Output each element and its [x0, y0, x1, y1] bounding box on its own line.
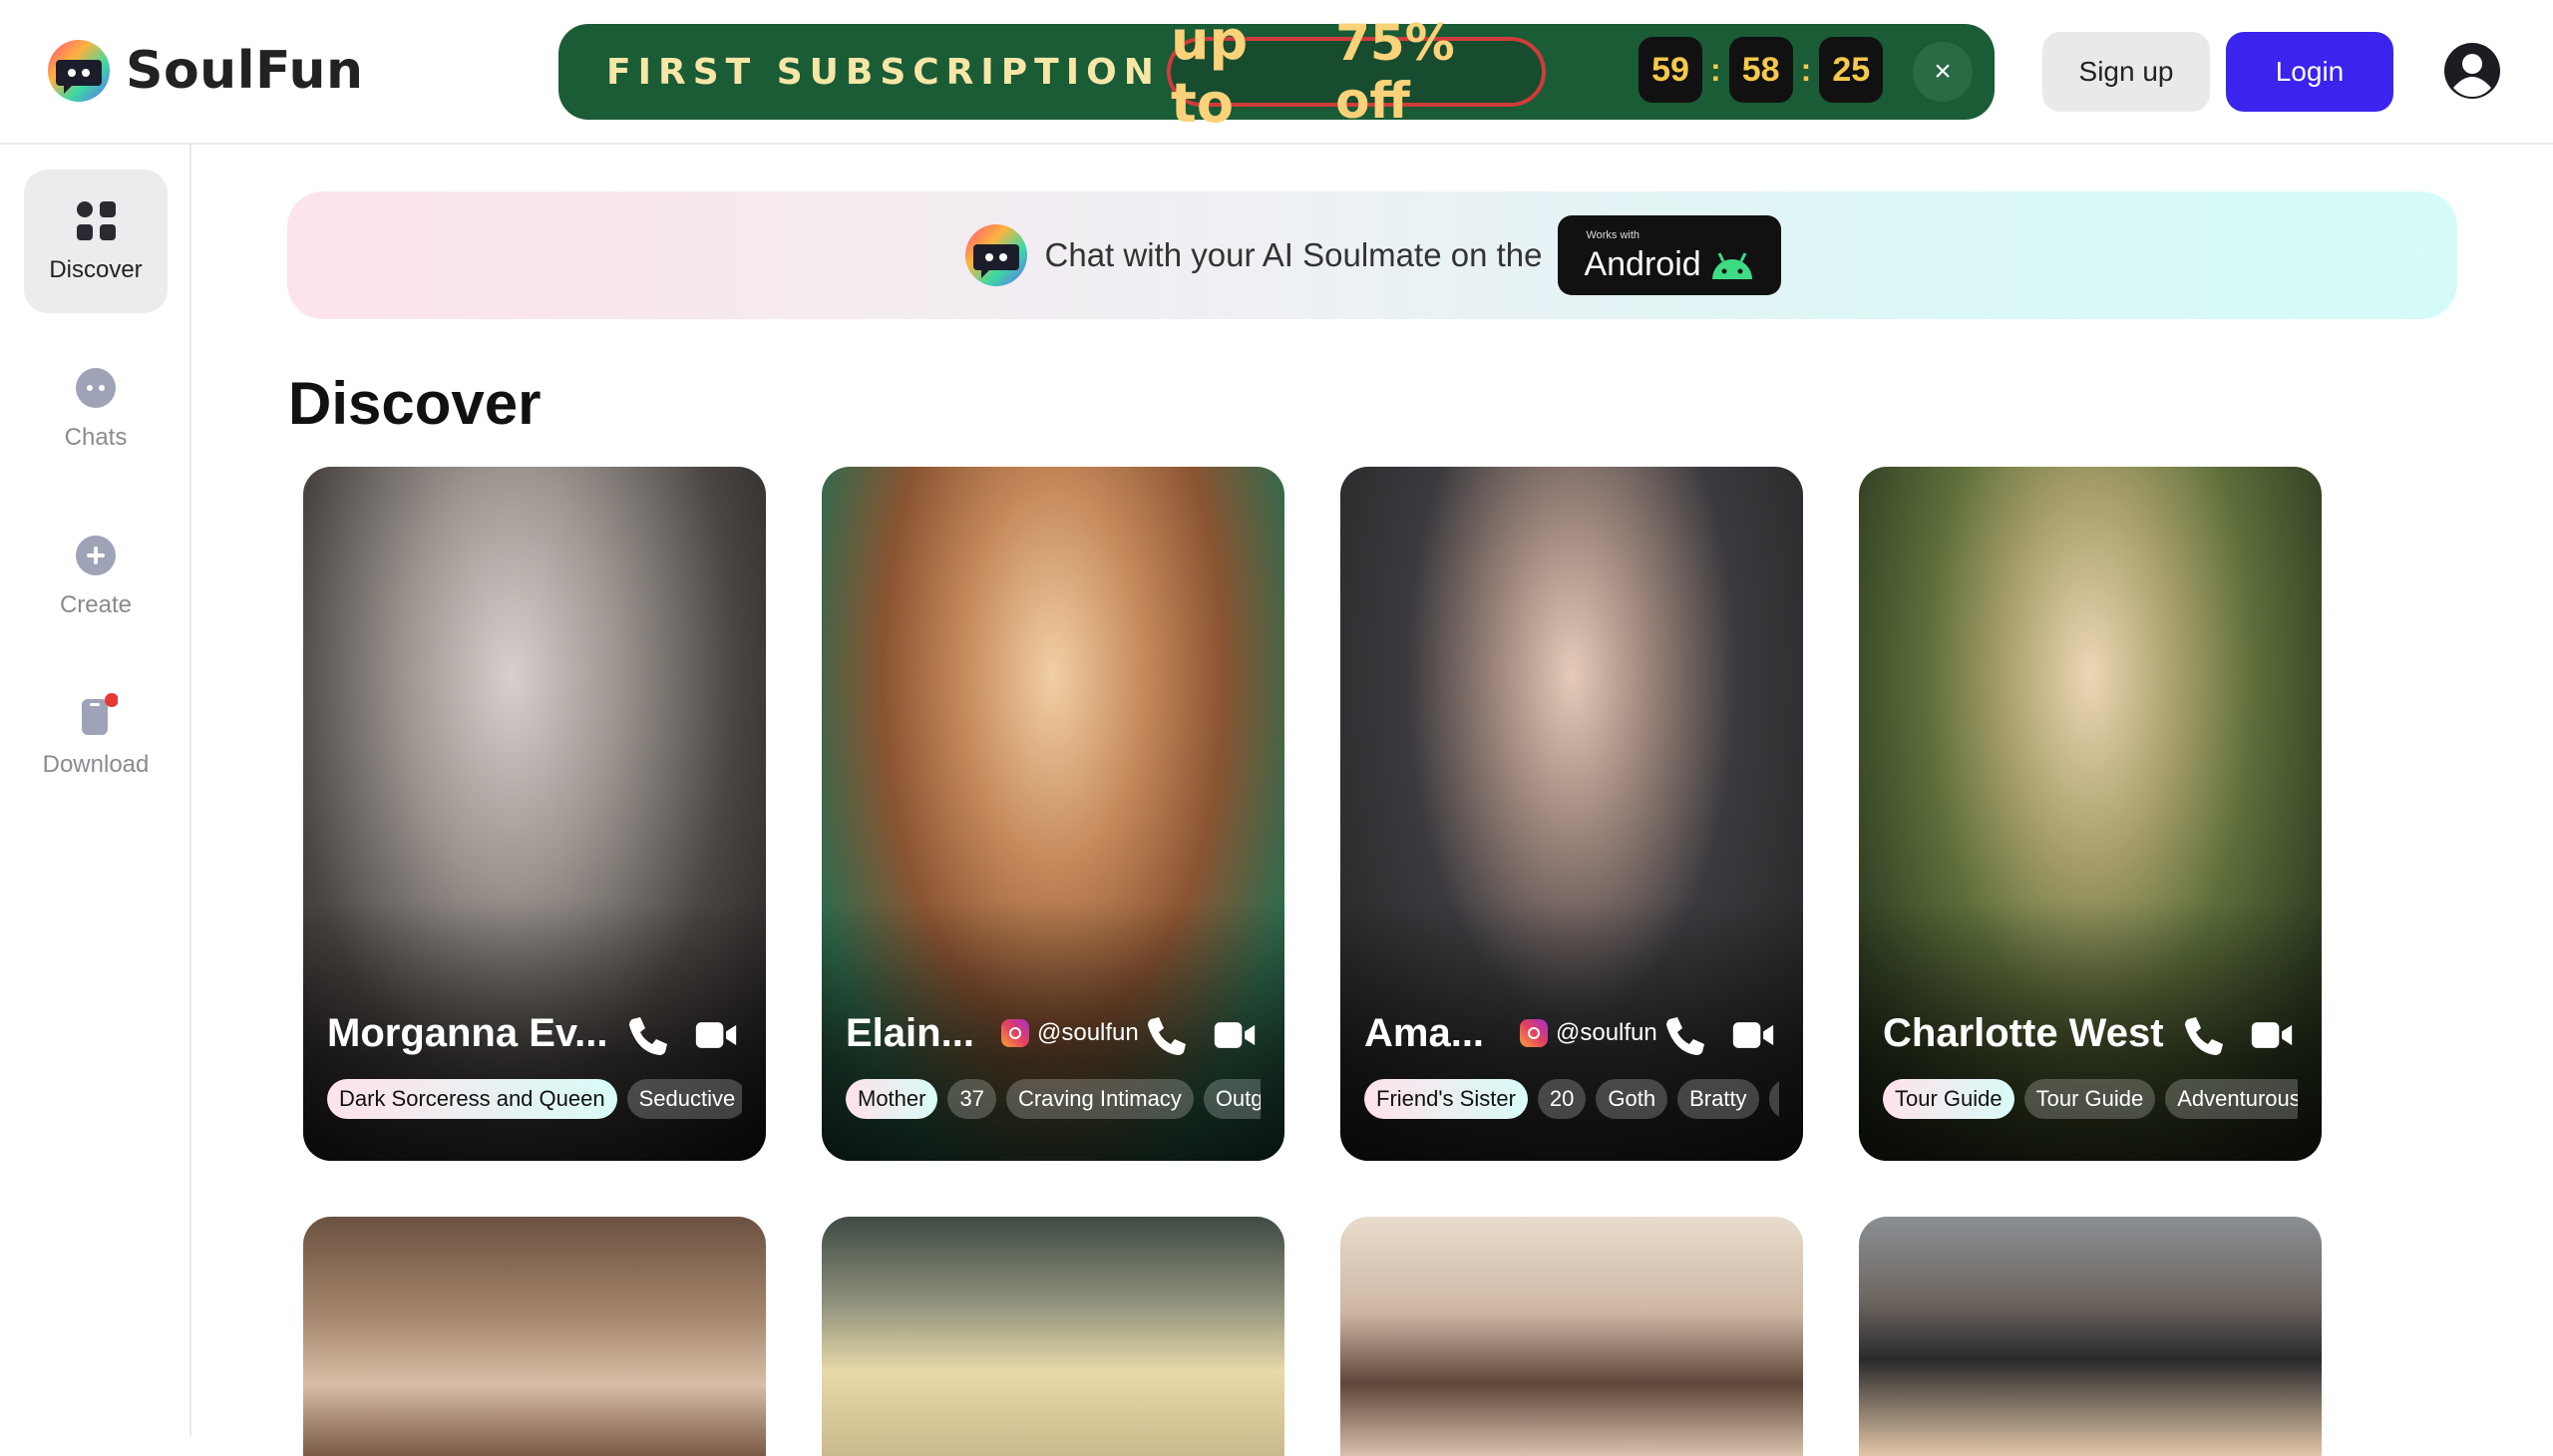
character-card-row2-1[interactable]: [303, 1217, 766, 1456]
android-app-banner[interactable]: Chat with your AI Soulmate on the Works …: [287, 191, 2457, 319]
tag-chip: Goth: [1596, 1079, 1668, 1119]
promo-countdown: 59 : 58 : 25: [1639, 37, 1884, 103]
countdown-separator: :: [1710, 51, 1721, 88]
promo-offer-prefix: up to: [1171, 9, 1249, 135]
subscription-promo-banner[interactable]: FIRST SUBSCRIPTION up to 75% off 59 : 58…: [558, 9, 1995, 135]
character-name: Elain...: [846, 1011, 974, 1055]
tag-chip: Bratty: [1677, 1079, 1759, 1119]
top-header: SoulFun FIRST SUBSCRIPTION up to 75% off…: [0, 0, 2553, 145]
character-tags: Mother 37 Craving Intimacy Outgo: [846, 1079, 1261, 1119]
login-button[interactable]: Login: [2226, 32, 2393, 112]
character-name: Ama...: [1364, 1011, 1485, 1055]
sidebar-item-label: Discover: [49, 256, 143, 283]
sidebar-item-chats[interactable]: Chats: [24, 337, 168, 481]
instagram-handle[interactable]: @soulfun: [1001, 1019, 1139, 1047]
sidebar-item-label: Chats: [64, 424, 128, 451]
tag-chip: Dark Sorceress and Queen: [327, 1079, 617, 1119]
video-call-icon[interactable]: [694, 1013, 738, 1057]
grid-icon: [77, 201, 116, 240]
banner-text: Chat with your AI Soulmate on the: [1044, 236, 1543, 273]
tag-chip: D: [1768, 1079, 1779, 1119]
page-title: Discover: [288, 370, 542, 437]
voice-call-icon[interactable]: [624, 1013, 668, 1057]
tag-chip: Outgo: [1203, 1079, 1261, 1119]
tag-chip: Tour Guide: [1883, 1079, 2014, 1119]
soulfun-logo-icon: [48, 40, 110, 102]
sidebar-item-label: Create: [59, 591, 133, 618]
tag-chip: Adventurous: [2165, 1079, 2298, 1119]
sidebar-item-discover[interactable]: Discover: [24, 170, 168, 313]
user-account-icon[interactable]: [2443, 42, 2501, 100]
plus-circle-icon: [76, 536, 116, 575]
video-call-icon[interactable]: [2250, 1013, 2294, 1057]
character-card-row2-2[interactable]: [822, 1217, 1284, 1456]
tag-chip: Friend's Sister: [1364, 1079, 1528, 1119]
phone-download-icon: [82, 693, 118, 735]
tag-chip: Craving Intimacy: [1005, 1079, 1194, 1119]
handle-text: @soulfun: [1037, 1019, 1139, 1046]
countdown-minutes: 58: [1728, 37, 1793, 103]
badge-android-word: Android: [1584, 245, 1701, 283]
countdown-hours: 59: [1639, 37, 1702, 103]
tag-chip: 37: [947, 1079, 996, 1119]
tag-chip: 20: [1537, 1079, 1587, 1119]
character-card-row2-3[interactable]: [1340, 1217, 1803, 1456]
voice-call-icon[interactable]: [2180, 1013, 2224, 1057]
character-card-ama[interactable]: Ama... @soulfun Friend's Sister 20 Goth …: [1340, 467, 1803, 1161]
countdown-separator: :: [1800, 51, 1812, 88]
close-icon: ×: [1934, 55, 1952, 88]
left-sidebar: Discover Chats Create Download: [0, 145, 191, 1436]
character-card-morganna[interactable]: Morganna Ev... Dark Sorceress and Queen …: [303, 467, 766, 1161]
handle-text: @soulfun: [1556, 1019, 1657, 1046]
soulfun-logo-icon: [964, 224, 1027, 286]
video-call-icon[interactable]: [1213, 1013, 1257, 1057]
character-card-charlotte[interactable]: Charlotte West Tour Guide Tour Guide Adv…: [1859, 467, 2322, 1161]
character-tags: Friend's Sister 20 Goth Bratty D: [1364, 1079, 1779, 1119]
tag-chip: Seductive: [626, 1079, 742, 1119]
sidebar-item-label: Download: [42, 751, 150, 778]
character-name: Charlotte West: [1883, 1011, 2164, 1055]
sidebar-item-download[interactable]: Download: [24, 664, 168, 808]
voice-call-icon[interactable]: [1143, 1013, 1187, 1057]
promo-title: FIRST SUBSCRIPTION: [606, 52, 1161, 93]
chat-bubble-icon: [76, 368, 116, 408]
character-tags: Tour Guide Tour Guide Adventurous: [1883, 1079, 2298, 1119]
countdown-seconds: 25: [1819, 37, 1884, 103]
instagram-handle[interactable]: @soulfun: [1520, 1019, 1657, 1047]
character-card-row2-4[interactable]: [1859, 1217, 2322, 1456]
tag-chip: Tour Guide: [2023, 1079, 2156, 1119]
promo-offer-value: 75% off: [1335, 14, 1455, 130]
tag-chip: Mother: [846, 1079, 938, 1119]
android-robot-icon: [1712, 252, 1753, 279]
character-tags: Dark Sorceress and Queen Seductive: [327, 1079, 742, 1119]
android-badge[interactable]: Works with Android: [1558, 215, 1782, 295]
character-name: Morganna Ev...: [327, 1011, 608, 1055]
close-promo-button[interactable]: ×: [1913, 42, 1973, 102]
voice-call-icon[interactable]: [1661, 1013, 1705, 1057]
video-call-icon[interactable]: [1731, 1013, 1775, 1057]
signup-button[interactable]: Sign up: [2042, 32, 2210, 112]
badge-small-text: Works with: [1586, 229, 1641, 241]
instagram-icon: [1001, 1019, 1029, 1047]
character-card-elaine[interactable]: Elain... @soulfun Mother 37 Craving Inti…: [822, 467, 1284, 1161]
instagram-icon: [1520, 1019, 1548, 1047]
promo-offer-pill: up to 75% off: [1167, 9, 1546, 135]
app-logo[interactable]: SoulFun: [46, 38, 364, 104]
app-name: SoulFun: [126, 41, 364, 101]
sidebar-item-create[interactable]: Create: [24, 505, 168, 648]
